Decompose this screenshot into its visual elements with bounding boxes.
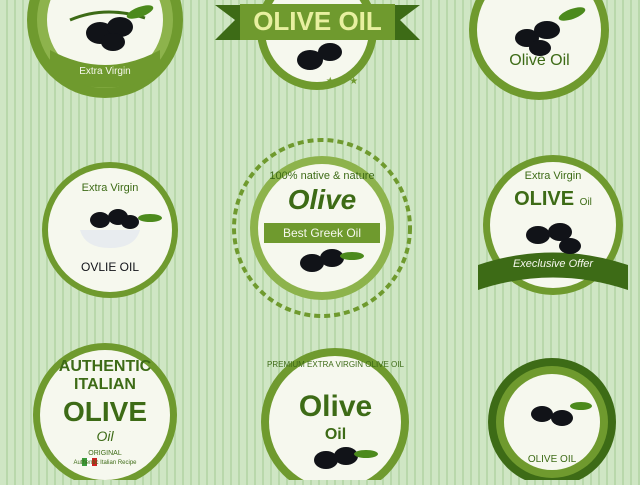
badge-olive-oil-ribbon: ★ ★ ★ OLIVE OIL — [215, 0, 420, 90]
badge-title-suffix: Oil — [579, 197, 592, 208]
svg-text:★ ★ ★: ★ ★ ★ — [326, 76, 358, 87]
badge-olive-oil-top-right: Olive Oil — [462, 0, 617, 100]
badge-label: Olive Oil — [509, 52, 570, 69]
badge-authentic-italian: AUTHENTIC ITALIAN OLIVE Oil ORIGINAL Aut… — [30, 340, 180, 485]
badge-ovlie-oil: Extra Virgin OVLIE OIL — [30, 160, 190, 300]
badge-premium-extra-virgin: PREMIUM EXTRA VIRGIN OLIVE OIL Olive Oil — [258, 342, 413, 485]
badge-title: OLIVE Oil — [478, 188, 628, 211]
badge-exclusive-offer: Extra Virgin OLIVE Oil Execlusive Offer — [478, 150, 628, 300]
badge-arc-text: PREMIUM EXTRA VIRGIN OLIVE OIL — [267, 360, 404, 369]
badge-arc-text: 100% native & nature — [269, 170, 375, 182]
badge-label: Extra Virgin — [79, 66, 131, 77]
badge-bottom-text: OVLIE OIL — [80, 260, 140, 274]
badge-title-main: OLIVE — [514, 188, 575, 210]
badge-top-text: Extra Virgin — [81, 182, 139, 194]
badge-shape — [27, 0, 183, 98]
badge-title: Olive — [298, 390, 373, 423]
badge-shape — [42, 162, 178, 298]
badge-script: Oil — [96, 428, 114, 444]
badge-banner: Best Greek Oil — [282, 226, 362, 240]
badge-label: OLIVE OIL — [527, 454, 577, 465]
badge-line2: ITALIAN — [74, 376, 136, 393]
badge-extra-virgin-top-left: Extra Virgin — [20, 0, 190, 100]
badge-line1: AUTHENTIC — [58, 358, 152, 375]
badge-small2: Authentic Italian Recipe — [73, 460, 137, 466]
badge-small1: ORIGINAL — [88, 450, 122, 457]
badge-shape — [469, 0, 609, 100]
badge-title: OLIVE OIL — [253, 6, 382, 36]
badge-line3: OLIVE — [62, 396, 147, 427]
badge-ribbon-text: Execlusive Offer — [512, 258, 594, 270]
badge-subtitle: Oil — [324, 426, 347, 443]
badge-top-text: Extra Virgin — [524, 170, 582, 182]
badge-title: Olive — [287, 184, 357, 215]
badge-olive-oil-bottom-right: OLIVE OIL — [486, 356, 618, 485]
badge-best-greek-oil: 100% native & nature Olive Best Greek Oi… — [232, 138, 412, 318]
